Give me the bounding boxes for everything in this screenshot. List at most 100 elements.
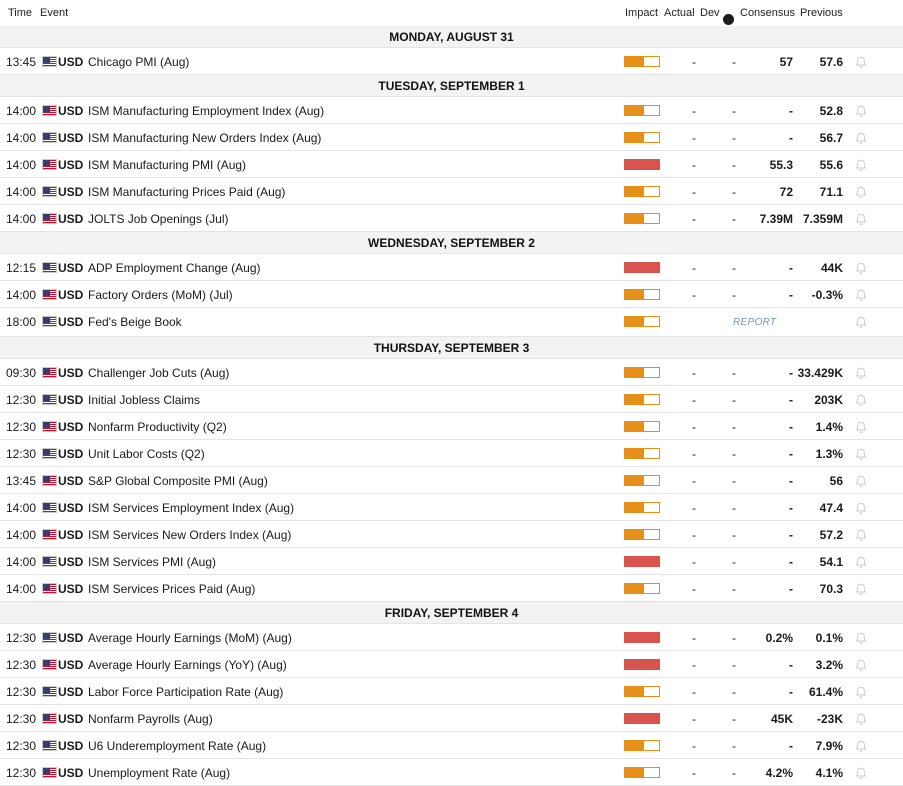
event-name[interactable]: ISM Services Employment Index (Aug) <box>88 501 294 515</box>
header-impact[interactable]: Impact <box>625 7 658 19</box>
event-row[interactable]: 14:00 USD Factory Orders (MoM) (Jul) - - - -0.… <box>0 281 903 308</box>
event-row[interactable]: 14:00 USD ISM Manufacturing Prices Paid (A… <box>0 178 903 205</box>
bell-icon[interactable] <box>854 55 868 69</box>
bell-icon[interactable] <box>854 685 868 699</box>
event-name[interactable]: ISM Manufacturing PMI (Aug) <box>88 158 246 172</box>
event-time: 14:00 <box>6 158 37 172</box>
event-name[interactable]: ISM Manufacturing Employment Index (Aug) <box>88 104 324 118</box>
bell-icon[interactable] <box>854 104 868 118</box>
event-name[interactable]: Fed's Beige Book <box>88 315 182 329</box>
bell-icon[interactable] <box>854 288 868 302</box>
event-name[interactable]: Unit Labor Costs (Q2) <box>88 447 205 461</box>
bell-icon[interactable] <box>854 131 868 145</box>
bell-icon[interactable] <box>854 185 868 199</box>
bell-icon[interactable] <box>854 447 868 461</box>
event-name[interactable]: ISM Services New Orders Index (Aug) <box>88 528 291 542</box>
event-row[interactable]: 12:30 USD Nonfarm Productivity (Q2) - - - 1.4% <box>0 413 903 440</box>
bell-icon[interactable] <box>854 158 868 172</box>
event-row[interactable]: 14:00 USD JOLTS Job Openings (Jul) - - 7.39M 7… <box>0 205 903 232</box>
event-name[interactable]: ADP Employment Change (Aug) <box>88 261 261 275</box>
consensus-value: - <box>789 447 793 461</box>
event-name[interactable]: Average Hourly Earnings (MoM) (Aug) <box>88 631 292 645</box>
previous-value: 203K <box>814 393 843 407</box>
event-name[interactable]: Challenger Job Cuts (Aug) <box>88 366 229 380</box>
deviation-value: - <box>732 501 736 515</box>
event-row[interactable]: 14:00 USD ISM Services Prices Paid (Aug) - -… <box>0 575 903 602</box>
bell-icon[interactable] <box>854 501 868 515</box>
event-time: 12:30 <box>6 631 37 645</box>
impact-fill <box>625 187 644 196</box>
event-time: 12:30 <box>6 712 37 726</box>
header-consensus[interactable]: Consensus <box>740 7 795 19</box>
event-name[interactable]: Average Hourly Earnings (YoY) (Aug) <box>88 658 287 672</box>
info-icon[interactable]: i <box>722 14 734 25</box>
event-row[interactable]: 14:00 USD ISM Manufacturing Employment Ind… <box>0 97 903 124</box>
event-name[interactable]: ISM Manufacturing New Orders Index (Aug) <box>88 131 321 145</box>
event-row[interactable]: 12:30 USD Average Hourly Earnings (YoY) (A… <box>0 651 903 678</box>
event-name[interactable]: ISM Manufacturing Prices Paid (Aug) <box>88 185 285 199</box>
bell-icon[interactable] <box>854 315 868 329</box>
event-row[interactable]: 14:00 USD ISM Services PMI (Aug) - - - 54.1 <box>0 548 903 575</box>
event-name[interactable]: ISM Services Prices Paid (Aug) <box>88 582 255 596</box>
bell-icon[interactable] <box>854 261 868 275</box>
currency-code: USD <box>58 474 84 488</box>
bell-icon[interactable] <box>854 658 868 672</box>
header-actual[interactable]: Actual <box>664 7 695 19</box>
bell-icon[interactable] <box>854 474 868 488</box>
currency-code: USD <box>58 104 84 118</box>
event-name[interactable]: U6 Underemployment Rate (Aug) <box>88 739 266 753</box>
header-event[interactable]: Event <box>40 7 68 19</box>
bell-icon[interactable] <box>854 528 868 542</box>
event-row[interactable]: 12:30 USD Initial Jobless Claims - - - 203K <box>0 386 903 413</box>
event-row[interactable]: 12:30 USD U6 Underemployment Rate (Aug) - - -… <box>0 732 903 759</box>
event-row[interactable]: 12:30 USD Unemployment Rate (Aug) - - 4.2% 4.1… <box>0 759 903 786</box>
bell-icon[interactable] <box>854 393 868 407</box>
event-row[interactable]: 14:00 USD ISM Services Employment Index (A… <box>0 494 903 521</box>
event-name[interactable]: Nonfarm Payrolls (Aug) <box>88 712 213 726</box>
actual-value: - <box>692 501 696 515</box>
previous-value: 44K <box>820 261 843 275</box>
report-link[interactable]: REPORT <box>733 317 776 328</box>
event-name[interactable]: Nonfarm Productivity (Q2) <box>88 420 227 434</box>
event-row[interactable]: 14:00 USD ISM Manufacturing New Orders Ind… <box>0 124 903 151</box>
event-row[interactable]: 12:30 USD Average Hourly Earnings (MoM) (A… <box>0 624 903 651</box>
event-row[interactable]: 13:45 USD Chicago PMI (Aug) - - 57 57.6 <box>0 48 903 75</box>
event-name[interactable]: ISM Services PMI (Aug) <box>88 555 216 569</box>
event-row[interactable]: 13:45 USD S&P Global Composite PMI (Aug) - -… <box>0 467 903 494</box>
bell-icon[interactable] <box>854 555 868 569</box>
event-name[interactable]: Factory Orders (MoM) (Jul) <box>88 288 233 302</box>
event-row[interactable]: 12:15 USD ADP Employment Change (Aug) - - - 44… <box>0 254 903 281</box>
header-dev-label: Dev <box>700 7 720 19</box>
actual-value: - <box>692 739 696 753</box>
bell-icon[interactable] <box>854 366 868 380</box>
bell-icon[interactable] <box>854 212 868 226</box>
event-row[interactable]: 12:30 USD Unit Labor Costs (Q2) - - - 1.3% <box>0 440 903 467</box>
bell-icon[interactable] <box>854 712 868 726</box>
event-row[interactable]: 12:30 USD Labor Force Participation Rate (… <box>0 678 903 705</box>
bell-icon[interactable] <box>854 420 868 434</box>
event-name[interactable]: Unemployment Rate (Aug) <box>88 766 230 780</box>
event-row[interactable]: 14:00 USD ISM Services New Orders Index (A… <box>0 521 903 548</box>
event-name[interactable]: Chicago PMI (Aug) <box>88 55 189 69</box>
bell-icon[interactable] <box>854 631 868 645</box>
header-previous[interactable]: Previous <box>800 7 843 19</box>
event-row[interactable]: 14:00 USD ISM Manufacturing PMI (Aug) - - 55.… <box>0 151 903 178</box>
event-name[interactable]: JOLTS Job Openings (Jul) <box>88 212 229 226</box>
bell-icon[interactable] <box>854 739 868 753</box>
event-name[interactable]: Initial Jobless Claims <box>88 393 200 407</box>
header-time[interactable]: Time <box>8 7 32 19</box>
event-time: 18:00 <box>6 315 37 329</box>
currency-code: USD <box>58 288 84 302</box>
bell-icon[interactable] <box>854 582 868 596</box>
header-dev[interactable]: Dev i <box>700 7 734 25</box>
event-row[interactable]: 12:30 USD Nonfarm Payrolls (Aug) - - 45K -23K <box>0 705 903 732</box>
deviation-value: - <box>732 131 736 145</box>
event-row[interactable]: 18:00 USD Fed's Beige Book REPORT <box>0 308 903 337</box>
bell-icon[interactable] <box>854 766 868 780</box>
event-name[interactable]: S&P Global Composite PMI (Aug) <box>88 474 268 488</box>
impact-indicator <box>624 367 660 378</box>
event-name[interactable]: Labor Force Participation Rate (Aug) <box>88 685 283 699</box>
currency-code: USD <box>58 131 84 145</box>
event-time: 14:00 <box>6 555 37 569</box>
event-row[interactable]: 09:30 USD Challenger Job Cuts (Aug) - - -33.4… <box>0 359 903 386</box>
